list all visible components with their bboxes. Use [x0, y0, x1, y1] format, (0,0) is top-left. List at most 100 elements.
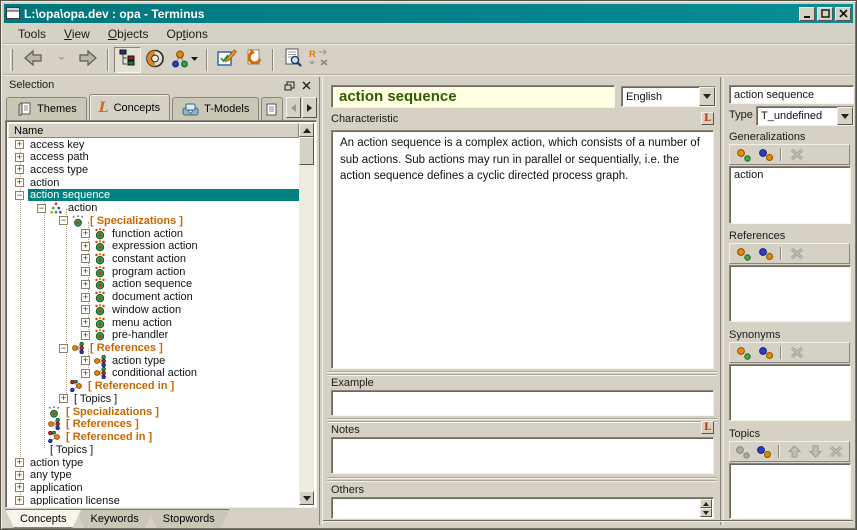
- tree-item-label[interactable]: conditional action: [110, 367, 199, 379]
- delete-button[interactable]: [826, 443, 846, 460]
- tree-item-label[interactable]: [ References ]: [64, 418, 141, 430]
- tree-expander-plus[interactable]: +: [59, 394, 68, 403]
- characteristic-language-button[interactable]: L: [701, 112, 714, 125]
- characteristic-textarea[interactable]: An action sequence is a complex action, …: [331, 130, 714, 369]
- delete-button[interactable]: [786, 344, 807, 361]
- type-combobox[interactable]: T_undefined: [756, 106, 854, 126]
- tab-t-models[interactable]: T-Models: [172, 97, 259, 120]
- tree-item-label[interactable]: action: [28, 177, 61, 189]
- notes-language-button[interactable]: L: [701, 421, 714, 434]
- tree-expander-plus[interactable]: +: [15, 140, 24, 149]
- tree-item-label[interactable]: access path: [28, 151, 91, 163]
- add-node-button[interactable]: [733, 245, 754, 262]
- tree-expander-minus[interactable]: −: [59, 216, 68, 225]
- tree-item-label[interactable]: [ Referenced in ]: [64, 431, 154, 443]
- concept-nodes-button[interactable]: [168, 47, 201, 73]
- tree-item-label[interactable]: action type: [28, 457, 85, 469]
- tree-item-label[interactable]: [ Topics ]: [48, 444, 95, 456]
- type-dropdown-button[interactable]: [837, 107, 853, 125]
- tree-item-label[interactable]: [ Specializations ]: [88, 215, 185, 227]
- bottom-tab-concepts[interactable]: Concepts: [5, 509, 81, 528]
- tree-item-label[interactable]: [ Specializations ]: [64, 406, 161, 418]
- link-node-button[interactable]: [754, 443, 774, 460]
- delete-button[interactable]: [786, 245, 807, 262]
- language-combobox[interactable]: English: [621, 86, 716, 107]
- section-splitter[interactable]: [327, 477, 717, 483]
- tree-item-label[interactable]: application: [28, 482, 85, 494]
- panel-float-button[interactable]: [282, 79, 296, 92]
- tab-themes[interactable]: Themes: [6, 97, 87, 120]
- references-list[interactable]: [729, 265, 851, 322]
- menu-item-view[interactable]: View: [58, 26, 96, 42]
- menu-item-tools[interactable]: Tools: [12, 26, 52, 42]
- section-splitter[interactable]: [327, 418, 717, 424]
- bottom-tab-stopwords[interactable]: Stopwords: [148, 509, 230, 528]
- bottom-tab-keywords[interactable]: Keywords: [75, 509, 153, 528]
- tree-item-label[interactable]: [ Topics ]: [72, 393, 119, 405]
- add-node-button[interactable]: [733, 443, 753, 460]
- tab-scroll-right-button[interactable]: [302, 97, 317, 118]
- tree-expander-plus[interactable]: +: [81, 293, 90, 302]
- example-textarea[interactable]: [331, 390, 714, 416]
- list-item[interactable]: action: [734, 169, 846, 182]
- link-node-button[interactable]: [755, 344, 776, 361]
- minimize-button[interactable]: [799, 7, 815, 21]
- tree-expander-plus[interactable]: +: [81, 280, 90, 289]
- scroll-down-button[interactable]: [700, 508, 712, 517]
- tree-item-label[interactable]: access type: [28, 164, 90, 176]
- tree-item-label[interactable]: action type: [110, 355, 167, 367]
- tree-expander-plus[interactable]: +: [15, 165, 24, 174]
- tree-expander-plus[interactable]: +: [15, 458, 24, 467]
- add-node-button[interactable]: [733, 146, 754, 163]
- tree-column-header-name[interactable]: Name: [8, 123, 299, 138]
- tab-scroll-left-button[interactable]: [286, 97, 301, 118]
- add-node-button[interactable]: [733, 344, 754, 361]
- tree-item-label[interactable]: action: [66, 202, 99, 214]
- tree-expander-plus[interactable]: +: [15, 483, 24, 492]
- revert-object-button[interactable]: [240, 47, 267, 73]
- tree-expander-plus[interactable]: +: [81, 242, 90, 251]
- tree-item-label[interactable]: any type: [28, 469, 74, 481]
- tree-item-label[interactable]: expression action: [110, 240, 200, 252]
- tree-expander-minus[interactable]: −: [59, 344, 68, 353]
- others-textarea[interactable]: [331, 497, 714, 519]
- tree-expander-plus[interactable]: +: [81, 229, 90, 238]
- synonyms-list[interactable]: [729, 364, 851, 421]
- tree-view-button[interactable]: [114, 47, 141, 73]
- topics-list[interactable]: [729, 463, 851, 519]
- back-arrow-button[interactable]: [19, 47, 47, 73]
- edit-object-button[interactable]: [213, 47, 240, 73]
- link-node-button[interactable]: [755, 146, 776, 163]
- toolbar-grip[interactable]: [10, 49, 13, 71]
- tree-item-label[interactable]: [ References ]: [88, 342, 165, 354]
- tab-partial[interactable]: [261, 97, 283, 120]
- section-splitter[interactable]: [327, 371, 717, 377]
- tree-item-label[interactable]: window action: [110, 304, 183, 316]
- right-splitter[interactable]: [720, 77, 724, 525]
- tree-expander-plus[interactable]: +: [81, 331, 90, 340]
- tree-expander-plus[interactable]: +: [15, 496, 24, 505]
- tree-item-label[interactable]: function action: [110, 228, 185, 240]
- tree-expander-plus[interactable]: +: [81, 305, 90, 314]
- scrollbar-thumb[interactable]: [299, 137, 314, 165]
- notes-textarea[interactable]: [331, 437, 714, 474]
- generalizations-list[interactable]: action: [729, 166, 851, 224]
- scroll-up-button[interactable]: [299, 123, 314, 137]
- tree-item-label[interactable]: application license: [28, 495, 122, 505]
- tree-expander-minus[interactable]: −: [37, 204, 46, 213]
- term-name-field[interactable]: [729, 85, 854, 104]
- tree-item-label[interactable]: [ Referenced in ]: [86, 380, 176, 392]
- link-node-button[interactable]: [755, 245, 776, 262]
- tree-item-label[interactable]: document action: [110, 291, 195, 303]
- scroll-up-button[interactable]: [700, 499, 712, 508]
- maximize-button[interactable]: [817, 7, 833, 21]
- move-down-button[interactable]: [805, 443, 825, 460]
- tree-expander-plus[interactable]: +: [15, 471, 24, 480]
- tree-expander-plus[interactable]: +: [81, 254, 90, 263]
- tree-expander-plus[interactable]: +: [15, 153, 24, 162]
- menu-item-options[interactable]: Options: [161, 26, 214, 42]
- tree-expander-plus[interactable]: +: [15, 178, 24, 187]
- tree-expander-plus[interactable]: +: [81, 318, 90, 327]
- globe-button[interactable]: [141, 47, 168, 73]
- menu-item-objects[interactable]: Objects: [102, 26, 155, 42]
